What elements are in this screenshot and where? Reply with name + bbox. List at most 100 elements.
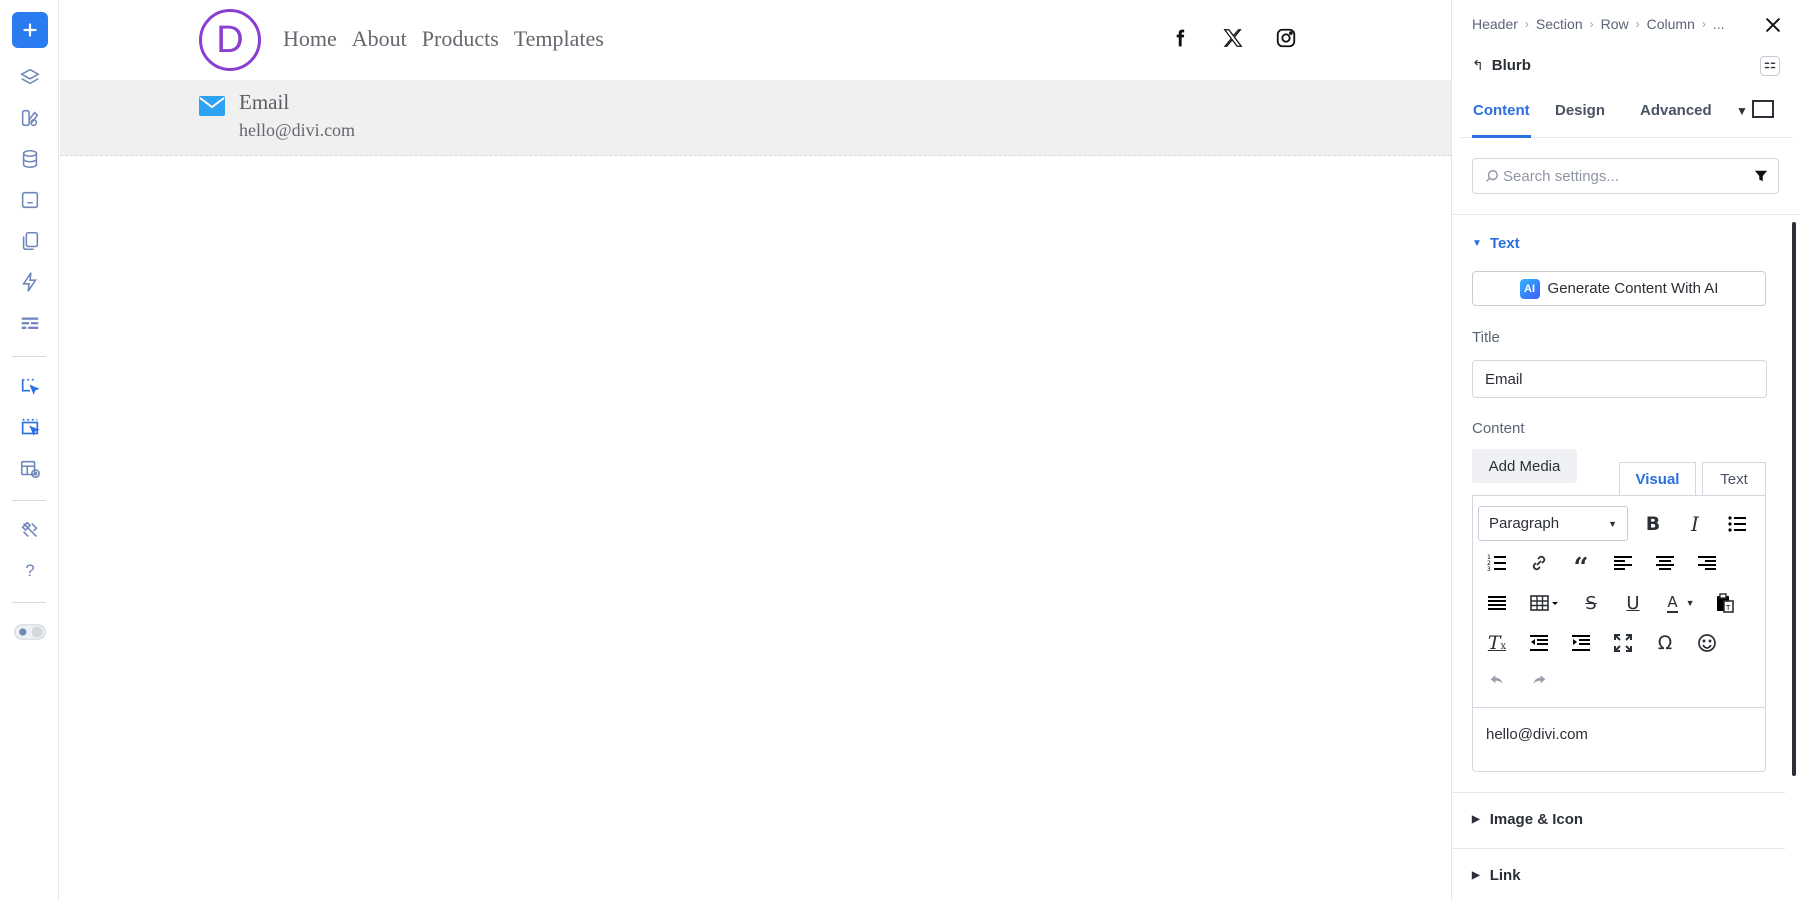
- theme-toggle[interactable]: [12, 614, 48, 650]
- breadcrumb-row[interactable]: Row: [1601, 16, 1629, 32]
- strikethrough-button[interactable]: S: [1577, 589, 1605, 617]
- back-arrow-icon[interactable]: ↰: [1472, 57, 1484, 74]
- site-header: D Home About Products Templates: [60, 0, 1451, 80]
- redo-button[interactable]: [1525, 666, 1553, 694]
- caret-right-icon: ▶: [1472, 870, 1480, 881]
- fullscreen-button[interactable]: [1609, 629, 1637, 657]
- settings-tabs: Content Design Advanced ▼: [1460, 96, 1793, 138]
- underline-button[interactable]: U: [1619, 589, 1647, 617]
- layout-button[interactable]: [12, 305, 48, 341]
- align-left-button[interactable]: [1609, 549, 1637, 577]
- x-link[interactable]: [1221, 26, 1245, 50]
- image-icon-toggle[interactable]: ▶ Image & Icon: [1472, 811, 1583, 828]
- facebook-link[interactable]: [1168, 26, 1192, 50]
- generate-ai-button[interactable]: AI Generate Content With AI: [1472, 271, 1766, 306]
- variables-button[interactable]: [12, 182, 48, 218]
- bullet-list-icon: [1728, 516, 1746, 532]
- align-right-icon: [1698, 556, 1716, 570]
- nav-item-about[interactable]: About: [352, 26, 407, 52]
- filter-icon[interactable]: [1754, 169, 1768, 183]
- link-button[interactable]: [1525, 549, 1553, 577]
- italic-button[interactable]: I: [1681, 510, 1709, 538]
- editor-tab-visual[interactable]: Visual: [1619, 462, 1696, 495]
- tools-button[interactable]: [12, 512, 48, 548]
- site-logo[interactable]: D: [199, 9, 261, 71]
- editor-content[interactable]: hello@divi.com: [1486, 726, 1588, 743]
- breadcrumb-section[interactable]: Section: [1536, 16, 1583, 32]
- table-button[interactable]: [1525, 589, 1565, 617]
- link-toggle[interactable]: ▶ Link: [1472, 867, 1521, 884]
- emoji-button[interactable]: [1693, 629, 1721, 657]
- paste-text-button[interactable]: T: [1711, 589, 1739, 617]
- content-label: Content: [1472, 420, 1525, 437]
- search-input[interactable]: [1503, 165, 1743, 187]
- panel-scrollbar[interactable]: [1792, 222, 1796, 776]
- text-section-toggle[interactable]: ▼ Text: [1472, 235, 1520, 252]
- breadcrumb-header[interactable]: Header: [1472, 16, 1518, 32]
- add-media-button[interactable]: Add Media: [1472, 449, 1577, 483]
- preview-icon: [20, 460, 40, 479]
- justify-button[interactable]: [1483, 589, 1511, 617]
- help-button[interactable]: ?: [12, 553, 48, 589]
- indent-icon: [1572, 635, 1590, 651]
- logo-letter: D: [216, 18, 244, 61]
- site-nav: Home About Products Templates: [283, 26, 604, 52]
- ai-icon: AI: [1519, 278, 1540, 299]
- link-label: Link: [1489, 867, 1521, 884]
- layout-icon: [21, 317, 39, 329]
- undo-button[interactable]: [1483, 666, 1511, 694]
- nav-item-templates[interactable]: Templates: [514, 26, 604, 52]
- blurb-module[interactable]: Email hello@divi.com: [60, 80, 1451, 156]
- click-mode-button[interactable]: [12, 369, 48, 405]
- svg-text:T: T: [1725, 604, 1731, 612]
- blurb-title: Email: [239, 90, 290, 114]
- paragraph-format-select[interactable]: Paragraph ▼: [1478, 506, 1628, 541]
- numbered-list-button[interactable]: 123: [1483, 549, 1511, 577]
- instagram-link[interactable]: [1274, 26, 1298, 50]
- emoji-icon: [1698, 634, 1716, 652]
- tab-content[interactable]: Content: [1472, 102, 1531, 138]
- breadcrumb-column[interactable]: Column: [1647, 16, 1695, 32]
- chevron-right-icon: ›: [1524, 17, 1529, 31]
- bold-button[interactable]: B: [1639, 510, 1667, 538]
- hover-mode-button[interactable]: [12, 410, 48, 446]
- caret-down-icon[interactable]: ▼: [1736, 104, 1748, 118]
- text-color-button[interactable]: A ▼: [1661, 589, 1701, 617]
- bullet-list-button[interactable]: [1723, 510, 1751, 538]
- close-button[interactable]: [1762, 14, 1784, 36]
- plus-icon: [23, 23, 37, 37]
- rich-text-editor: Paragraph ▼ B I 123 “ S U A ▼ T Tx Ω hel…: [1472, 495, 1766, 772]
- nav-item-products[interactable]: Products: [422, 26, 499, 52]
- indent-button[interactable]: [1567, 629, 1595, 657]
- tab-design[interactable]: Design: [1555, 102, 1605, 138]
- lightning-icon: [22, 272, 37, 292]
- special-character-button[interactable]: Ω: [1651, 629, 1679, 657]
- modules-button[interactable]: [12, 100, 48, 136]
- database-button[interactable]: [12, 141, 48, 177]
- blockquote-button[interactable]: “: [1567, 549, 1595, 581]
- align-right-button[interactable]: [1693, 549, 1721, 577]
- title-field[interactable]: [1472, 360, 1767, 398]
- add-module-button[interactable]: [12, 12, 48, 48]
- toolbar-divider: [12, 500, 46, 501]
- layers-button[interactable]: [12, 59, 48, 95]
- nav-item-home[interactable]: Home: [283, 26, 337, 52]
- close-icon: [1766, 18, 1780, 32]
- responsive-view-button[interactable]: [1752, 100, 1774, 118]
- editor-tab-text[interactable]: Text: [1702, 462, 1766, 495]
- actions-button[interactable]: [12, 264, 48, 300]
- module-header: ↰ Blurb: [1472, 57, 1531, 74]
- module-options-button[interactable]: [1760, 56, 1780, 76]
- hover-mode-icon: [21, 418, 40, 436]
- preview-button[interactable]: [12, 451, 48, 487]
- outdent-button[interactable]: [1525, 629, 1553, 657]
- strikethrough-icon: S: [1585, 592, 1597, 614]
- modules-icon: [21, 109, 39, 127]
- pages-button[interactable]: [12, 223, 48, 259]
- align-center-button[interactable]: [1651, 549, 1679, 577]
- help-icon: ?: [25, 561, 35, 580]
- clear-format-button[interactable]: Tx: [1483, 629, 1511, 657]
- breadcrumb-more[interactable]: ...: [1713, 16, 1725, 32]
- tab-advanced[interactable]: Advanced: [1640, 102, 1712, 138]
- breadcrumb: Header › Section › Row › Column › ...: [1472, 16, 1725, 32]
